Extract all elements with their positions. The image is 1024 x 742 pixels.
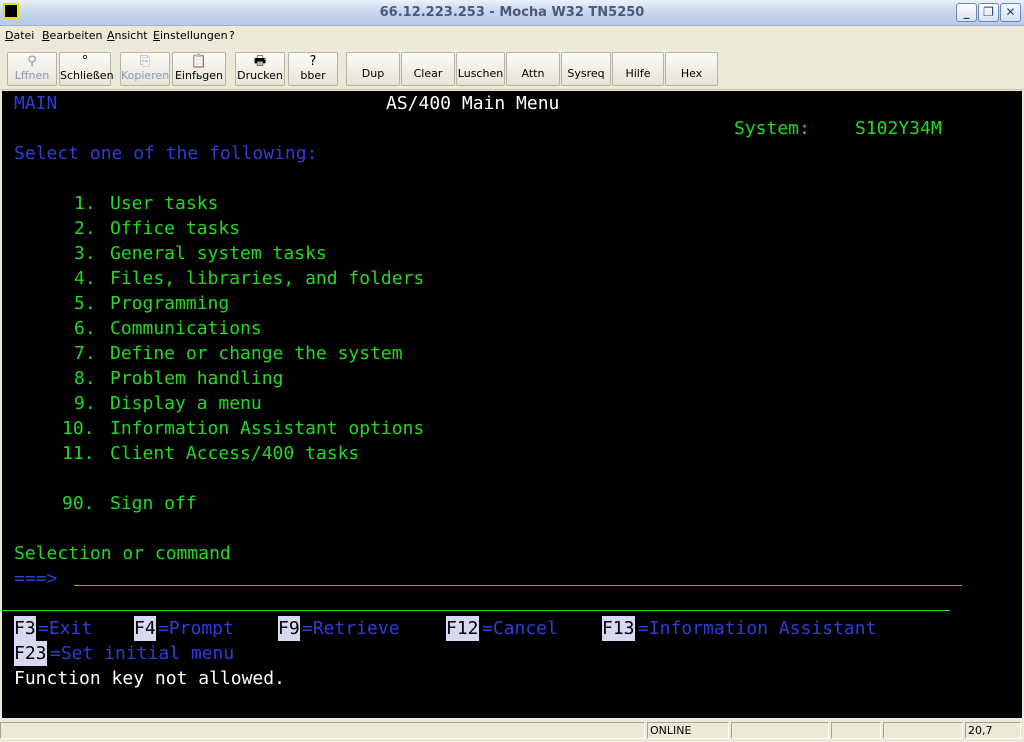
close-connection-button[interactable]: ° Schließen (59, 52, 114, 86)
menu-ansicht[interactable]: Ansicht (107, 29, 148, 42)
status-panel-main (0, 722, 645, 739)
option-number: 4. (74, 268, 96, 289)
about-label: bber (300, 69, 326, 82)
option-number: 6. (74, 318, 96, 339)
window-title: 66.12.223.253 - Mocha W32 TN5250 (379, 5, 645, 20)
command-input-underline (74, 585, 962, 586)
fkey-f12-label: =Cancel (482, 618, 558, 639)
menu-bearbeiten[interactable]: Bearbeiten (42, 29, 102, 42)
close-connection-label: Schließen (60, 69, 114, 82)
about-button[interactable]: ? bber (288, 52, 338, 86)
connection-status: ONLINE (647, 722, 729, 739)
command-prompt: ===> (14, 568, 58, 589)
print-button[interactable]: 🖶 Drucken (235, 52, 285, 86)
status-panel-3 (831, 722, 881, 739)
copy-icon: ⎘ (139, 54, 151, 69)
option-text: Communications (110, 318, 262, 339)
paste-icon: 📋 (190, 54, 208, 69)
paste-label: Einfьgen (174, 69, 224, 82)
select-prompt: Select one of the following: (14, 143, 318, 164)
fkey-f3[interactable]: F3 (14, 616, 36, 641)
clear-button[interactable]: Clear (401, 52, 455, 86)
option-number: 8. (74, 368, 96, 389)
fkey-f3-label: =Exit (38, 618, 93, 639)
help-icon: ? (309, 54, 317, 69)
fkey-f4-label: =Prompt (158, 618, 234, 639)
terminal-screen[interactable]: MAIN AS/400 Main Menu System: S102Y34M S… (2, 91, 1022, 718)
status-panel-2 (731, 722, 829, 739)
option-number: 10. (62, 418, 95, 439)
copy-label: Kopieren (121, 69, 170, 82)
menu-bar: Datei Bearbeiten Ansicht Einstellungen ? (0, 26, 1024, 46)
system-label: System: (734, 118, 810, 139)
fkey-f4[interactable]: F4 (134, 616, 156, 641)
fkey-f9-label: =Retrieve (302, 618, 400, 639)
menu-help[interactable]: ? (229, 29, 235, 42)
option-text: Display a menu (110, 393, 262, 414)
hilfe-label: Hilfe (625, 67, 651, 80)
paste-button[interactable]: 📋 Einfьgen (172, 52, 226, 86)
option-text: Information Assistant options (110, 418, 425, 439)
option-text: Office tasks (110, 218, 241, 239)
selection-label: Selection or command (14, 543, 231, 564)
system-name: S102Y34M (855, 118, 942, 139)
option-number: 2. (74, 218, 96, 239)
clear-label: Clear (413, 67, 443, 80)
disconnect-icon: ° (81, 54, 89, 69)
open-icon: ⚲ (27, 54, 37, 69)
option-number: 11. (62, 443, 95, 464)
option-number: 1. (74, 193, 96, 214)
erase-label: Luschen (457, 67, 504, 80)
menu-einstellungen[interactable]: Einstellungen (153, 29, 228, 42)
screen-title: AS/400 Main Menu (386, 93, 560, 114)
option-number: 3. (74, 243, 96, 264)
fkey-f12[interactable]: F12 (446, 616, 479, 641)
signoff-text: Sign off (110, 493, 197, 514)
option-text: General system tasks (110, 243, 327, 264)
option-text: Client Access/400 tasks (110, 443, 360, 464)
dup-button[interactable]: Dup (346, 52, 400, 86)
print-label: Drucken (237, 69, 283, 82)
hex-button[interactable]: Hex (665, 52, 718, 86)
option-number: 7. (74, 343, 96, 364)
attn-button[interactable]: Attn (506, 52, 560, 86)
option-number: 9. (74, 393, 96, 414)
status-message: Function key not allowed. (14, 668, 285, 689)
erase-button[interactable]: Luschen (456, 52, 505, 86)
option-text: User tasks (110, 193, 219, 214)
option-number: 5. (74, 293, 96, 314)
fkey-f23-label: =Set initial menu (50, 643, 235, 664)
open-label: Lffnen (14, 69, 50, 82)
status-bar: ONLINE 20,7 (0, 718, 1024, 742)
menu-datei[interactable]: Datei (5, 29, 34, 42)
printer-icon: 🖶 (253, 54, 267, 69)
sysreq-button[interactable]: Sysreq (561, 52, 611, 86)
window-title-bar[interactable]: 66.12.223.253 - Mocha W32 TN5250 _ ❐ ✕ (0, 0, 1024, 26)
menu-id: MAIN (14, 93, 58, 114)
attn-label: Attn (521, 67, 545, 80)
sysreq-label: Sysreq (567, 67, 605, 80)
fkey-f13-label: =Information Assistant (638, 618, 877, 639)
fkey-f13[interactable]: F13 (602, 616, 635, 641)
copy-button[interactable]: ⎘ Kopieren (120, 52, 170, 86)
fkey-f9[interactable]: F9 (278, 616, 300, 641)
separator-line (2, 610, 950, 611)
close-button[interactable]: ✕ (1000, 3, 1021, 22)
option-text: Problem handling (110, 368, 284, 389)
hilfe-button[interactable]: Hilfe (612, 52, 664, 86)
option-text: Programming (110, 293, 230, 314)
restore-button[interactable]: ❐ (978, 3, 999, 22)
status-panel-4 (883, 722, 963, 739)
dup-label: Dup (361, 67, 385, 80)
option-text: Files, libraries, and folders (110, 268, 425, 289)
open-button[interactable]: ⚲ Lffnen (7, 52, 57, 86)
option-text: Define or change the system (110, 343, 403, 364)
minimize-button[interactable]: _ (956, 3, 977, 22)
toolbar: ⚲ Lffnen ° Schließen ⎘ Kopieren 📋 Einfьg… (0, 46, 1024, 90)
cursor-position: 20,7 (965, 722, 1021, 739)
fkey-f23[interactable]: F23 (14, 641, 47, 666)
signoff-number: 90. (62, 493, 95, 514)
hex-label: Hex (680, 67, 703, 80)
